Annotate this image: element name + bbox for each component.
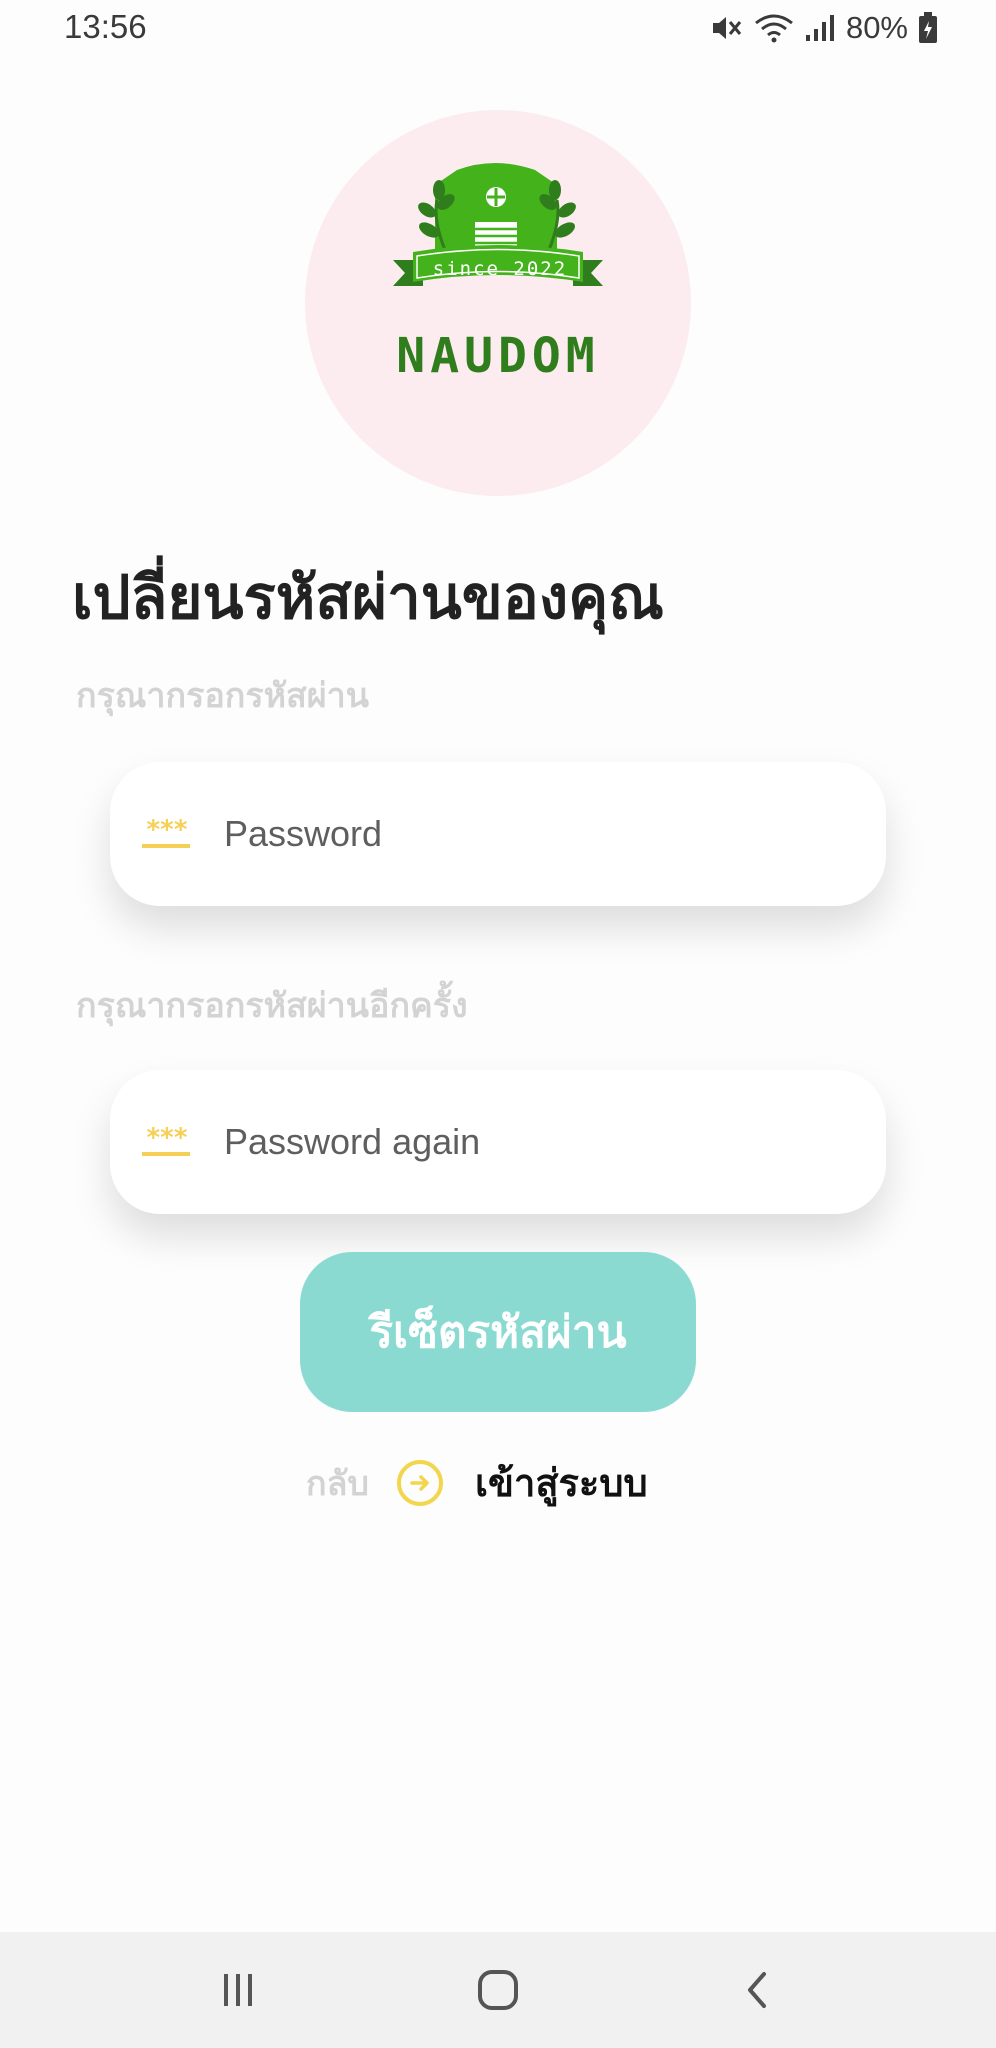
login-link[interactable]: เข้าสู่ระบบ — [475, 1452, 648, 1513]
battery-percent: 80% — [845, 10, 908, 45]
signal-icon — [805, 15, 834, 41]
back-icon[interactable] — [698, 1932, 818, 2048]
password-icon: *** — [140, 1125, 192, 1156]
recents-icon[interactable] — [178, 1932, 298, 2048]
logo-brand-name: NAUDOM — [396, 328, 600, 384]
arrow-right-circle-icon[interactable] — [397, 1459, 444, 1506]
status-icons: 80% — [710, 10, 938, 46]
system-nav-bar — [0, 1932, 996, 2048]
page-title: เปลี่ยนรหัสผ่านของคุณ — [72, 563, 664, 633]
wifi-icon — [755, 14, 793, 43]
confirm-password-input[interactable] — [224, 1121, 824, 1163]
back-label: กลับ — [306, 1463, 370, 1504]
barn-logo-icon — [393, 163, 603, 286]
brand-logo: since 2022 NAUDOM — [305, 110, 691, 496]
password-field[interactable]: *** — [110, 762, 886, 906]
password-label: กรุณากรอกรหัสผ่าน — [76, 676, 370, 716]
home-icon[interactable] — [438, 1932, 558, 2048]
logo-since-text: since 2022 — [432, 258, 568, 280]
status-time: 13:56 — [64, 8, 147, 45]
password-icon: *** — [140, 817, 192, 848]
back-to-login-row: กลับ เข้าสู่ระบบ — [306, 1452, 648, 1513]
reset-password-button[interactable]: รีเซ็ตรหัสผ่าน — [300, 1252, 696, 1412]
confirm-password-label: กรุณากรอกรหัสผ่านอีกครั้ง — [76, 986, 468, 1026]
password-input[interactable] — [224, 813, 824, 855]
battery-charging-icon — [919, 12, 937, 43]
mute-icon — [712, 17, 742, 39]
status-bar: 13:56 80% — [0, 0, 996, 60]
confirm-password-field[interactable]: *** — [110, 1070, 886, 1214]
